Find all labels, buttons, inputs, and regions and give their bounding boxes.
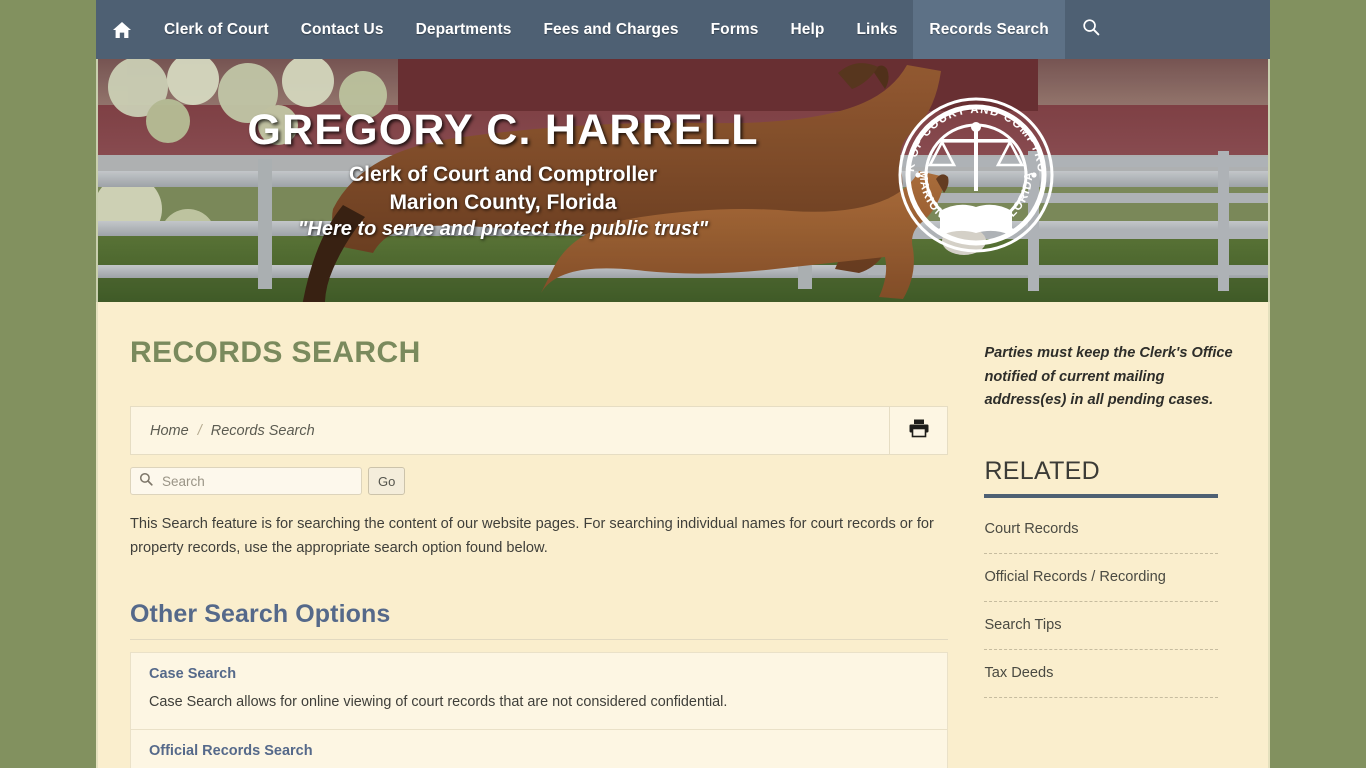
nav-search-button[interactable]: [1065, 0, 1117, 59]
option-title: Case Search: [149, 666, 237, 683]
search-go-button[interactable]: Go: [368, 467, 406, 495]
home-icon: [112, 21, 132, 39]
breadcrumb-separator: /: [197, 422, 202, 439]
related-accent-rule: [984, 493, 1219, 498]
nav-label: Clerk of Court: [164, 20, 269, 38]
nav-label: Links: [856, 20, 898, 38]
option-title: Official Records Search: [149, 742, 313, 759]
open-book-icon: [938, 204, 1014, 235]
nav-item-help[interactable]: Help: [774, 0, 840, 59]
search-icon: [1082, 18, 1100, 41]
search-input-wrapper[interactable]: [130, 467, 362, 495]
nav-label: Records Search: [929, 20, 1049, 38]
breadcrumb-current: Records Search: [210, 422, 315, 439]
scales-of-justice-icon: [927, 122, 1025, 191]
related-heading: RELATED: [984, 456, 1101, 485]
nav-label: Departments: [415, 20, 512, 38]
breadcrumb-bar: Home / Records Search: [130, 406, 948, 455]
nav-item-links[interactable]: Links: [840, 0, 913, 59]
sidebar-link-search-tips[interactable]: Search Tips: [984, 602, 1219, 650]
other-search-options-heading: Other Search Options: [130, 600, 391, 629]
nav-item-clerk-of-court[interactable]: Clerk of Court: [148, 0, 285, 59]
site-search-row: Go: [130, 467, 970, 495]
list-item[interactable]: Official Records Search The Official Rec…: [131, 730, 947, 768]
option-description: Case Search allows for online viewing of…: [149, 694, 728, 711]
banner-photo: [98, 59, 1268, 302]
nav-item-forms[interactable]: Forms: [695, 0, 775, 59]
breadcrumb-home-link[interactable]: Home: [150, 423, 189, 439]
search-options-list: Case Search Case Search allows for onlin…: [130, 652, 948, 768]
nav-label: Fees and Charges: [543, 20, 679, 38]
page-root: Clerk of Court Contact Us Departments Fe…: [0, 0, 1366, 768]
county-seal: CLERK OF COURT AND COMPTROLLER MARION CO…: [896, 95, 1056, 255]
nav-item-contact-us[interactable]: Contact Us: [285, 0, 400, 59]
nav-label: Contact Us: [300, 20, 384, 38]
intro-paragraph: This Search feature is for searching the…: [130, 516, 934, 556]
page-title: RECORDS SEARCH: [130, 336, 421, 369]
nav-item-records-search[interactable]: Records Search: [913, 0, 1065, 59]
sidebar-link-official-records-recording[interactable]: Official Records / Recording: [984, 554, 1219, 602]
nav-label: Help: [790, 20, 825, 38]
breadcrumb: Home / Records Search: [131, 407, 889, 454]
nav-item-fees-and-charges[interactable]: Fees and Charges: [527, 0, 694, 59]
sidebar-link-court-records[interactable]: Court Records: [984, 506, 1219, 554]
main-navigation: Clerk of Court Contact Us Departments Fe…: [96, 0, 1270, 59]
sidebar-notice: Parties must keep the Clerk's Office not…: [984, 345, 1233, 409]
content-area: RECORDS SEARCH Home / Records Search Sea…: [96, 302, 1270, 768]
search-input[interactable]: [160, 472, 353, 490]
nav-home-button[interactable]: [96, 0, 148, 59]
site-banner: GREGORY C. HARRELL Clerk of Court and Co…: [96, 59, 1270, 302]
print-button[interactable]: [889, 407, 947, 454]
printer-icon: [908, 418, 930, 443]
section-divider: [130, 639, 948, 641]
main-column: RECORDS SEARCH Home / Records Search Sea…: [98, 302, 970, 768]
sidebar-link-tax-deeds[interactable]: Tax Deeds: [984, 650, 1219, 698]
list-item[interactable]: Case Search Case Search allows for onlin…: [131, 653, 947, 730]
search-icon: [139, 472, 153, 491]
sidebar: Parties must keep the Clerk's Office not…: [970, 302, 1268, 768]
nav-label: Forms: [710, 20, 759, 38]
nav-item-departments[interactable]: Departments: [400, 0, 528, 59]
